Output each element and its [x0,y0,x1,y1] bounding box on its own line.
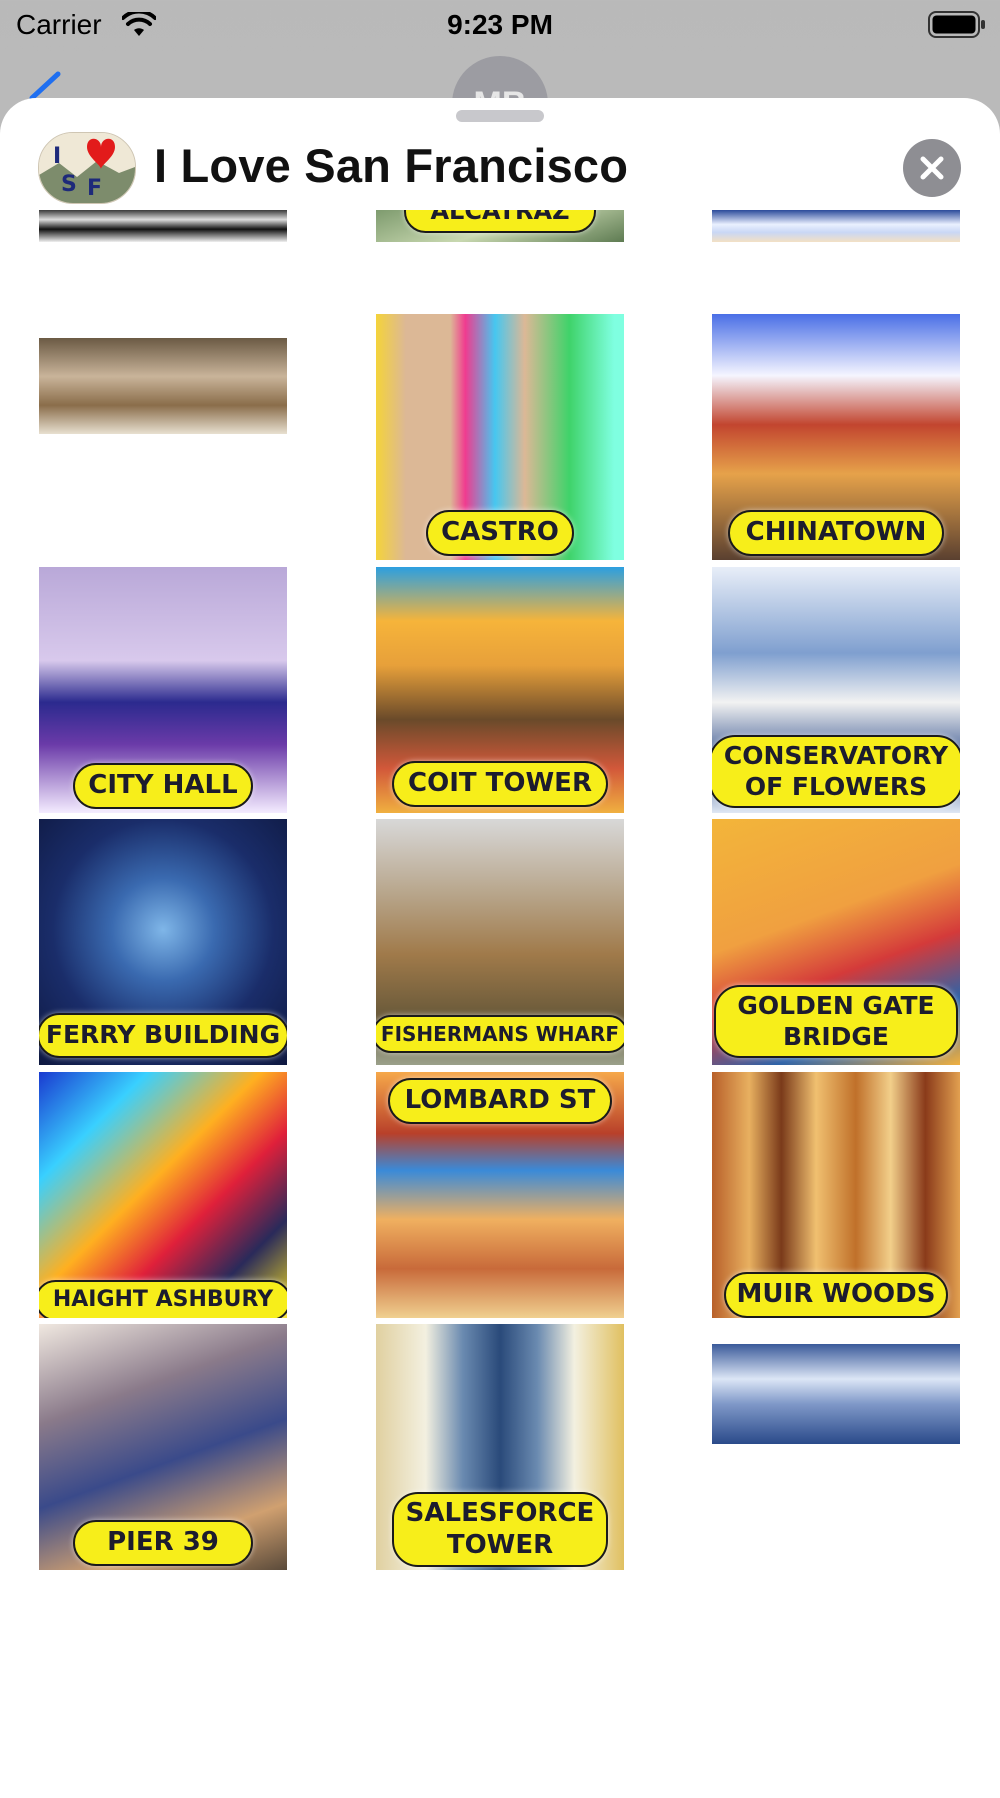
svg-text:I: I [53,144,61,169]
clock: 9:23 PM [447,9,553,40]
sticker-label: COIT TOWER [392,761,608,807]
sticker-label: LOMBARD ST [388,1078,612,1124]
i-love-sf-logo: I S F [38,132,136,204]
sticker-alcatraz[interactable]: ALCATRAZ [376,210,624,242]
svg-text:F: F [87,176,102,201]
sticker-cable-car[interactable]: CABLE CAR [39,338,287,434]
sticker-label: CONSERVATORY OF FLOWERS [712,735,960,808]
sticker-chinatown[interactable]: CHINATOWN [712,314,960,560]
sticker-san-francisco-mint[interactable]: SAN FRANCISCOMINT [712,1344,960,1444]
sticker-tile-1[interactable] [39,210,287,242]
sticker-label: MUIR WOODS [724,1272,948,1318]
back-chevron-icon[interactable] [28,70,68,100]
sticker-label: ALCATRAZ [404,210,596,234]
sticker-pier-39[interactable]: PIER 39 [39,1324,287,1570]
sticker-fishermans-wharf[interactable]: FISHERMANS WHARF [376,819,624,1065]
sticker-label: FERRY BUILDING [39,1013,287,1058]
app-title: I Love San Francisco [154,139,629,192]
sticker-sheet: I S F I Love San Francisco ALCATRAZ CABLE… [0,98,1000,1798]
sticker-golden-gate-bridge[interactable]: GOLDEN GATE BRIDGE [712,819,960,1065]
sticker-label: CITY HALL [73,763,253,809]
status-bar: Carrier 9:23 PM [0,0,1000,50]
battery-icon [928,11,985,38]
sticker-tile-3[interactable] [712,210,960,242]
sticker-muir-woods[interactable]: MUIR WOODS [712,1072,960,1318]
sticker-haight-ashbury[interactable]: HAIGHT ASHBURY [39,1072,287,1318]
sticker-castro[interactable]: CASTRO [376,314,624,560]
sticker-ferry-building[interactable]: FERRY BUILDING [39,819,287,1065]
sticker-label: HAIGHT ASHBURY [39,1280,287,1318]
sticker-salesforce-tower[interactable]: SALESFORCE TOWER [376,1324,624,1570]
sticker-artwork [712,1344,960,1444]
sheet-grabber[interactable] [456,110,544,122]
sticker-artwork [39,210,287,242]
sticker-artwork [39,338,287,434]
sticker-conservatory-of-flowers[interactable]: CONSERVATORY OF FLOWERS [712,567,960,813]
sticker-city-hall[interactable]: CITY HALL [39,567,287,813]
sticker-label: PIER 39 [73,1520,253,1566]
sticker-coit-tower[interactable]: COIT TOWER [376,567,624,813]
sticker-label: GOLDEN GATE BRIDGE [714,985,958,1058]
close-icon [920,156,944,180]
sticker-artwork [712,210,960,242]
sticker-label: CASTRO [426,510,574,556]
sticker-label: SALESFORCE TOWER [392,1492,608,1568]
sticker-label: CHINATOWN [728,510,944,556]
close-button[interactable] [903,139,961,197]
svg-text:S: S [61,172,77,197]
sticker-label: FISHERMANS WHARF [376,1015,624,1054]
sticker-lombard-st[interactable]: LOMBARD ST [376,1072,624,1318]
